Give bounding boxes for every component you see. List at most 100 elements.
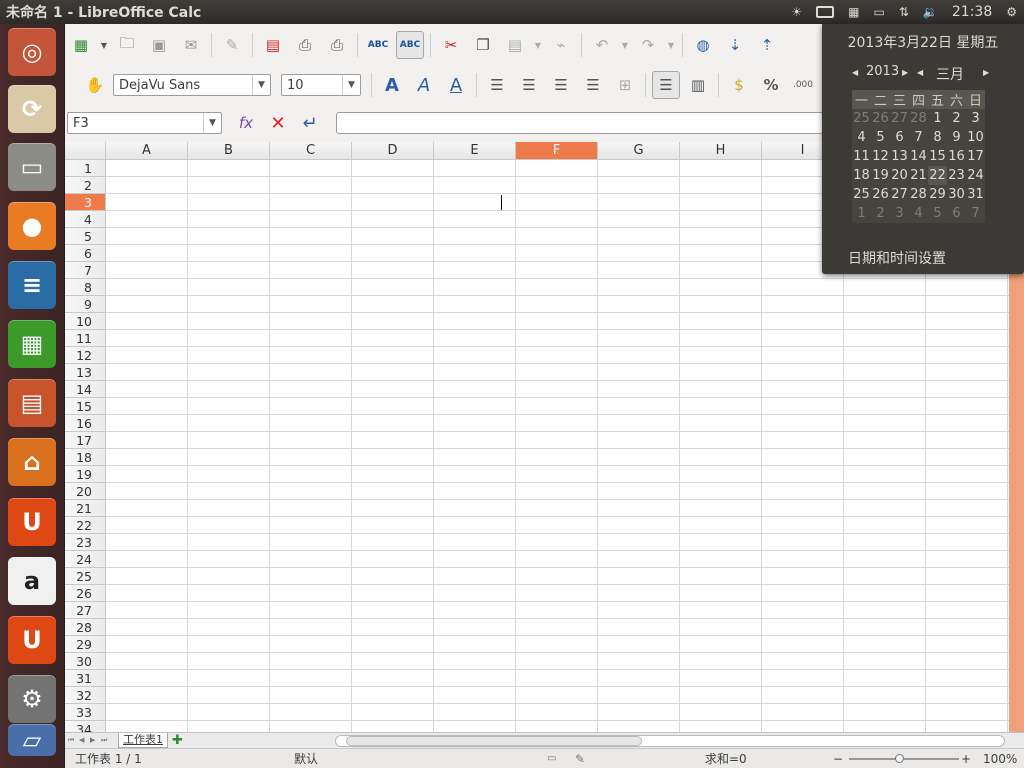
amazon-icon[interactable]: a (8, 557, 56, 605)
calendar-day[interactable]: 19 (871, 166, 890, 185)
software-updater-icon[interactable]: ⟳ (8, 85, 56, 133)
files-icon[interactable]: ▭ (8, 143, 56, 191)
sum-display[interactable]: 求和=0 (705, 750, 747, 767)
calendar-day[interactable]: 9 (947, 128, 966, 147)
align-right-icon[interactable]: ☰ (547, 71, 575, 99)
corner-select-all[interactable] (65, 142, 106, 160)
keyboard-icon[interactable] (816, 6, 835, 18)
row-header-6[interactable]: 6 (65, 245, 106, 262)
save-icon[interactable]: ▣ (145, 31, 173, 59)
row-header-12[interactable]: 12 (65, 347, 106, 364)
calendar-day[interactable]: 13 (890, 147, 909, 166)
column-header-d[interactable]: D (352, 142, 434, 160)
redo-dropdown-icon[interactable]: ▼ (666, 31, 676, 59)
row-header-24[interactable]: 24 (65, 551, 106, 568)
row-header-22[interactable]: 22 (65, 517, 106, 534)
email-icon[interactable]: ✉ (177, 31, 205, 59)
ubuntu-one-icon[interactable]: U (8, 498, 56, 546)
hyperlink-icon[interactable]: ◍ (689, 31, 717, 59)
merge-cells-icon[interactable]: ⊞ (611, 71, 639, 99)
row-header-9[interactable]: 9 (65, 296, 106, 313)
software-center-icon[interactable]: ⌂ (8, 438, 56, 486)
calendar-day[interactable]: 28 (909, 109, 928, 128)
edit-file-icon[interactable]: ✎ (218, 31, 246, 59)
open-icon[interactable]: 🗀 (113, 31, 141, 59)
new-dropdown-icon[interactable]: ▼ (99, 31, 109, 59)
horizontal-scroll-thumb[interactable] (346, 736, 642, 746)
row-header-29[interactable]: 29 (65, 636, 106, 653)
row-header-14[interactable]: 14 (65, 381, 106, 398)
calendar-day[interactable]: 22 (928, 166, 947, 185)
copy-icon[interactable]: ❐ (469, 31, 497, 59)
align-center-icon[interactable]: ☰ (515, 71, 543, 99)
row-header-27[interactable]: 27 (65, 602, 106, 619)
calc-icon[interactable]: ▦ (8, 320, 56, 368)
session-gear-icon[interactable]: ⚙ (1006, 5, 1017, 19)
next-year-icon[interactable]: ▶ (902, 68, 908, 77)
row-header-17[interactable]: 17 (65, 432, 106, 449)
cut-icon[interactable]: ✂ (437, 31, 465, 59)
calendar-day[interactable]: 10 (966, 128, 985, 147)
page-style[interactable]: 默认 (294, 750, 318, 767)
next-sheet-icon[interactable]: ▶ (90, 736, 101, 745)
row-header-33[interactable]: 33 (65, 704, 106, 721)
row-header-25[interactable]: 25 (65, 568, 106, 585)
calendar-day[interactable]: 4 (852, 128, 871, 147)
row-header-18[interactable]: 18 (65, 449, 106, 466)
impress-icon[interactable]: ▤ (8, 379, 56, 427)
row-header-4[interactable]: 4 (65, 211, 106, 228)
row-header-16[interactable]: 16 (65, 415, 106, 432)
column-header-h[interactable]: H (680, 142, 762, 160)
row-header-31[interactable]: 31 (65, 670, 106, 687)
italic-icon[interactable]: A (410, 71, 438, 99)
ubuntu-one-music-icon[interactable]: U (8, 616, 56, 664)
bold-icon[interactable]: A (378, 71, 406, 99)
row-header-2[interactable]: 2 (65, 177, 106, 194)
calendar-day[interactable]: 11 (852, 147, 871, 166)
ubuntu-dash-icon[interactable]: ◎ (8, 28, 56, 76)
calendar-day[interactable]: 14 (909, 147, 928, 166)
justify-icon[interactable]: ☰ (579, 71, 607, 99)
calendar-icon[interactable]: ▦ (848, 5, 859, 19)
zoom-percent[interactable]: 100% (983, 752, 1017, 766)
sheet-tab-active[interactable]: 工作表1 (118, 733, 168, 748)
calendar-day[interactable]: 30 (947, 185, 966, 204)
calendar-day[interactable]: 3 (966, 109, 985, 128)
print-preview-icon[interactable]: ⎙ (323, 31, 351, 59)
function-wizard-icon[interactable]: fx (232, 109, 260, 137)
row-header-8[interactable]: 8 (65, 279, 106, 296)
calendar-day[interactable]: 4 (909, 204, 928, 223)
document-modified-icon[interactable]: ✎ (575, 752, 585, 766)
calendar-day[interactable]: 5 (928, 204, 947, 223)
calendar-day[interactable]: 17 (966, 147, 985, 166)
row-header-28[interactable]: 28 (65, 619, 106, 636)
currency-format-icon[interactable]: $ (725, 71, 753, 99)
font-size-dropdown-icon[interactable]: ▼ (342, 75, 360, 95)
weather-icon[interactable]: ☀ (791, 5, 802, 19)
volume-icon[interactable]: 🔉 (923, 5, 938, 19)
row-header-1[interactable]: 1 (65, 160, 106, 177)
sheet-indicator[interactable]: 工作表 1 / 1 (75, 750, 142, 767)
calendar-day[interactable]: 1 (852, 204, 871, 223)
spellcheck-icon[interactable]: ABC (364, 31, 392, 59)
zoom-slider[interactable] (849, 754, 959, 763)
calendar-day[interactable]: 27 (890, 185, 909, 204)
calendar-day[interactable]: 15 (928, 147, 947, 166)
row-header-20[interactable]: 20 (65, 483, 106, 500)
font-size-box[interactable]: 10 ▼ (281, 74, 361, 96)
calendar-day[interactable]: 24 (966, 166, 985, 185)
calendar-day[interactable]: 5 (871, 128, 890, 147)
calendar-day[interactable]: 1 (928, 109, 947, 128)
column-header-e[interactable]: E (434, 142, 516, 160)
column-header-f[interactable]: F (516, 142, 598, 160)
column-header-c[interactable]: C (270, 142, 352, 160)
prev-year-icon[interactable]: ◀ (852, 68, 858, 77)
calendar-day[interactable]: 20 (890, 166, 909, 185)
calendar-day[interactable]: 29 (928, 185, 947, 204)
calendar-day[interactable]: 2 (947, 109, 966, 128)
next-month-icon[interactable]: ▶ (983, 68, 989, 77)
calendar-day[interactable]: 8 (928, 128, 947, 147)
calendar-day[interactable]: 28 (909, 185, 928, 204)
calendar-day[interactable]: 27 (890, 109, 909, 128)
zoom-in-icon[interactable]: + (961, 752, 971, 766)
